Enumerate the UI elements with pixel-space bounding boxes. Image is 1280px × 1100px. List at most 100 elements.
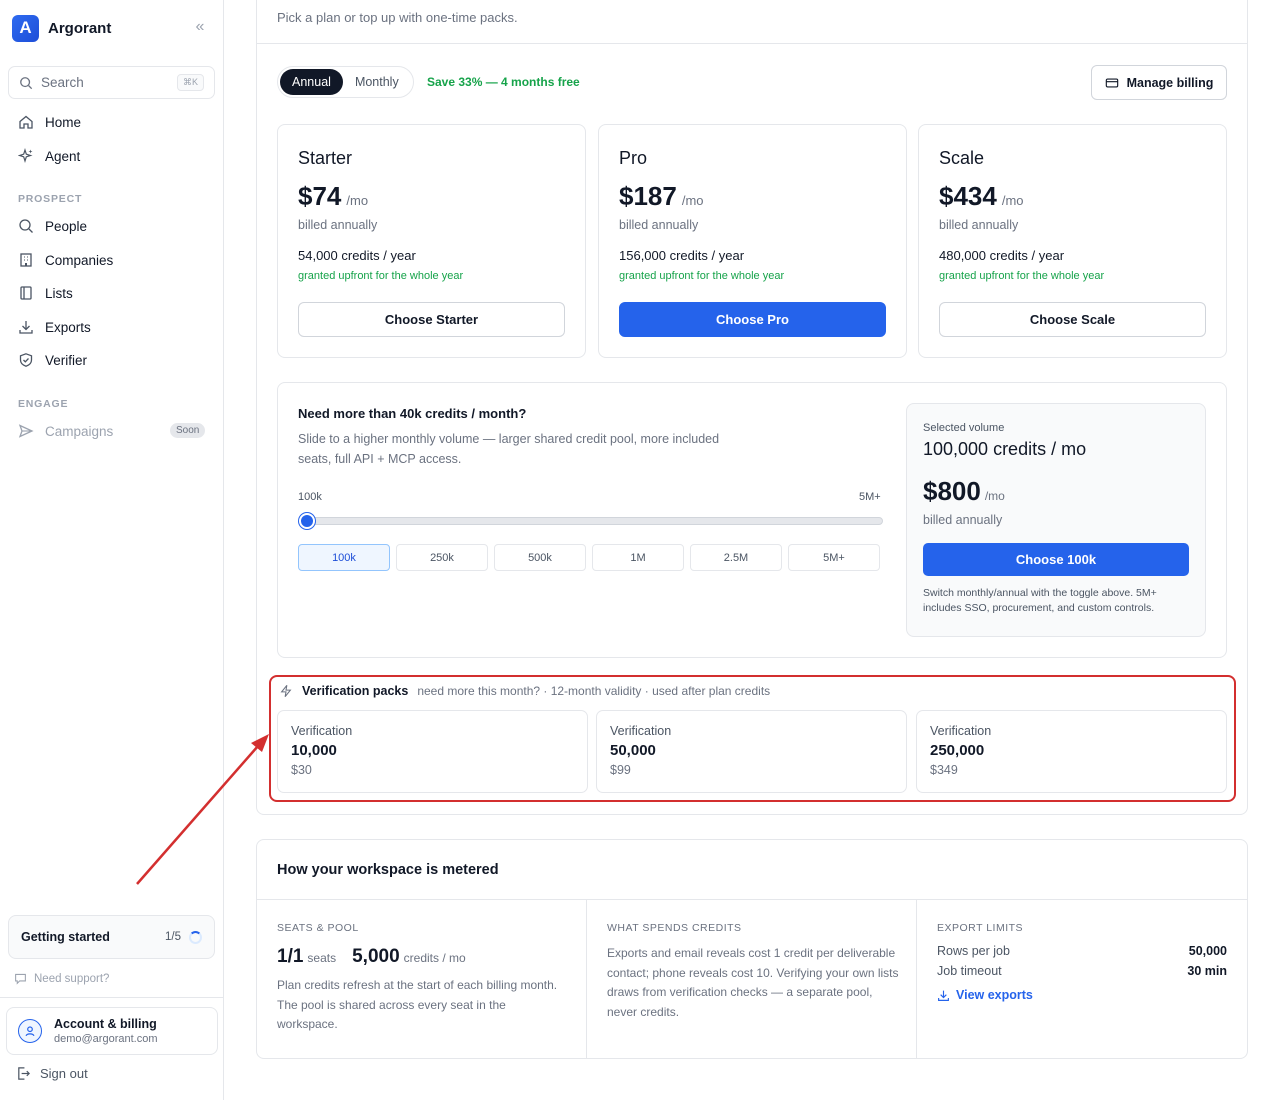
pack-label: Verification [610,724,672,738]
getting-started-progress: 1/5 [165,931,181,943]
choose-scale-button[interactable]: Choose Scale [939,302,1206,337]
plan-name: Scale [939,148,985,168]
slider-handle[interactable] [299,513,315,529]
volume-slider[interactable] [299,513,883,529]
limit-label: Job timeout [937,964,1002,978]
choose-volume-button[interactable]: Choose 100k [923,543,1189,576]
account-name: Account & billing [54,1017,157,1031]
sidebar-item-label: Agent [45,148,81,164]
verification-pack-50000[interactable]: Verification 50,000 $99 [596,710,907,793]
sidebar-item-people[interactable]: People [18,215,87,237]
support-link[interactable]: Need support? [14,972,109,985]
sidebar-item-agent[interactable]: Agent [18,145,80,167]
metering-title: How your workspace is metered [277,862,499,878]
collapse-sidebar-icon[interactable]: « [191,18,209,36]
limit-row-job-timeout: Job timeout 30 min [937,964,1227,978]
search-placeholder: Search [41,75,84,90]
metering-column-divider [916,900,917,1058]
choose-pro-button[interactable]: Choose Pro [619,302,886,337]
lightning-icon [280,684,292,698]
getting-started-card[interactable]: Getting started 1/5 [8,915,215,959]
account-billing-button[interactable]: Account & billing demo@argorant.com [6,1007,218,1055]
volume-options: 100k 250k 500k 1M 2.5M 5M+ [298,544,880,571]
volume-option-500k[interactable]: 500k [494,544,586,571]
volume-option-1m[interactable]: 1M [592,544,684,571]
manage-billing-label: Manage billing [1126,75,1214,90]
billing-period-toggle[interactable]: Annual Monthly [277,66,414,98]
volume-option-250k[interactable]: 250k [396,544,488,571]
choose-starter-button[interactable]: Choose Starter [298,302,565,337]
export-limits-label: EXPORT LIMITS [937,922,1024,934]
sidebar-item-label: People [45,218,88,234]
seats-pool-text: Plan credits refresh at the start of eac… [277,978,558,1031]
sidebar-item-lists[interactable]: Lists [18,282,73,304]
brand[interactable]: A Argorant [12,14,111,42]
pack-label: Verification [930,724,992,738]
sidebar-item-exports[interactable]: Exports [18,316,91,338]
volume-option-100k[interactable]: 100k [298,544,390,571]
export-limits-column: EXPORT LIMITS Rows per job 50,000 Job ti… [937,900,1227,1058]
sign-out-button[interactable]: Sign out [16,1066,88,1081]
slider-max-label: 5M+ [859,491,881,503]
sidebar: A Argorant « Search ⌘K Home Agent PROSPE… [0,0,224,1100]
progress-ring-icon [189,930,202,944]
plan-period: /mo [681,193,704,208]
seats-pool-label: SEATS & POOL [277,922,359,934]
verification-pack-250000[interactable]: Verification 250,000 $349 [916,710,1227,793]
sidebar-item-companies[interactable]: Companies [18,249,113,271]
plan-grant-note: granted upfront for the whole year [939,270,1105,282]
brand-name: Argorant [48,19,112,37]
pool-credits-value: 5,000 [352,946,400,967]
search-icon [20,76,33,89]
sidebar-item-verifier[interactable]: Verifier [18,349,87,371]
seats-pool-column: SEATS & POOL 1/1 seats 5,000 credits / m… [277,900,569,1058]
plan-credits: 54,000 credits / year [298,248,416,263]
limit-label: Rows per job [937,944,1010,958]
support-label: Need support? [34,972,110,985]
plan-price: $74 [298,181,342,211]
selected-volume-period: /mo [984,489,1005,503]
pack-price: $30 [291,763,312,777]
building-icon [18,252,34,268]
sidebar-item-label: Companies [45,252,114,268]
sidebar-item-home[interactable]: Home [18,111,81,133]
plan-grant-note: granted upfront for the whole year [298,270,464,282]
limit-row-rows-per-job: Rows per job 50,000 [937,944,1227,958]
search-input[interactable]: Search ⌘K [8,66,215,99]
selected-volume-value: 100,000 credits / mo [923,439,1087,459]
shield-icon [18,352,34,368]
verification-packs-subtitle: need more this month? · 12-month validit… [417,684,771,698]
toggle-annual[interactable]: Annual [280,69,343,95]
plan-price: $187 [619,181,677,211]
pack-price: $99 [610,763,631,777]
verification-pack-10000[interactable]: Verification 10,000 $30 [277,710,588,793]
volume-title: Need more than 40k credits / month? [298,406,527,421]
manage-billing-button[interactable]: Manage billing [1091,65,1227,100]
volume-option-5m-plus[interactable]: 5M+ [788,544,880,571]
plan-billed: billed annually [939,218,1019,232]
save-note: Save 33% — 4 months free [427,75,580,89]
view-exports-link[interactable]: View exports [937,988,1227,1002]
sidebar-item-campaigns[interactable]: Campaigns [18,420,113,442]
download-icon [18,319,34,335]
toggle-monthly[interactable]: Monthly [343,69,411,95]
plan-name: Starter [298,148,353,168]
billing-header-divider [257,43,1247,44]
book-icon [18,285,34,301]
seats-value: 1/1 [277,946,304,967]
download-icon [938,990,949,1001]
sign-out-icon [18,1067,30,1080]
search-icon [18,218,34,234]
section-label-prospect: PROSPECT [18,193,83,205]
volume-option-2-5m[interactable]: 2.5M [690,544,782,571]
plan-card-scale: Scale $434/mo billed annually 480,000 cr… [918,124,1227,358]
pack-quantity: 50,000 [610,742,656,759]
spend-text: Exports and email reveals cost 1 credit … [607,946,899,1019]
verification-packs-header: Verification packs need more this month?… [279,684,770,698]
selected-volume-price: $800 [923,476,981,506]
pool-credits-unit: credits / mo [403,951,466,965]
selected-volume-panel: Selected volume 100,000 credits / mo $80… [906,403,1206,637]
view-exports-label: View exports [956,988,1033,1002]
soon-badge: Soon [170,423,206,438]
billing-subtitle: Pick a plan or top up with one-time pack… [277,10,518,25]
